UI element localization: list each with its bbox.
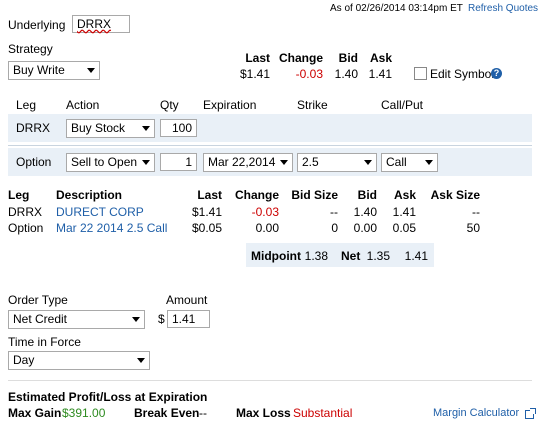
edit-symbol-label: Edit Symbol	[430, 67, 495, 81]
order-type-label: Order Type	[8, 293, 68, 307]
quote-change: -0.03	[295, 67, 323, 81]
order-type-select[interactable]: Net Credit	[8, 310, 145, 329]
col-header-change: Change	[234, 188, 279, 202]
description-link[interactable]: DURECT CORP	[56, 205, 144, 219]
amount-label: Amount	[166, 293, 208, 307]
max-gain-label: Max Gain	[8, 406, 62, 420]
quote-header-last: Last	[245, 51, 270, 65]
break-even-label: Break Even	[134, 406, 200, 420]
max-loss-value: Substantial	[293, 406, 353, 420]
expiration-value: Mar 22,2014	[208, 155, 276, 169]
stock-action-value: Buy Stock	[71, 121, 126, 135]
underlying-input[interactable]: DRRX	[72, 15, 130, 33]
legs-header-qty: Qty	[160, 98, 179, 112]
row-ask: 1.41	[392, 205, 416, 219]
option-leg-label: Option	[16, 155, 52, 169]
chevron-down-icon	[142, 160, 150, 165]
expiration-select[interactable]: Mar 22,2014	[203, 153, 293, 172]
chevron-down-icon	[132, 317, 140, 322]
quote-header-ask: Ask	[369, 51, 392, 65]
legs-header-strike: Strike	[297, 98, 328, 112]
strategy-label: Strategy	[8, 42, 53, 56]
quote-header-bid: Bid	[338, 51, 358, 65]
time-in-force-select[interactable]: Day	[8, 351, 150, 370]
description-link[interactable]: Mar 22 2014 2.5 Call	[56, 221, 167, 235]
underlying-label: Underlying	[8, 18, 66, 32]
strike-select[interactable]: 2.5	[297, 153, 377, 172]
chevron-down-icon	[280, 160, 288, 165]
chevron-down-icon	[425, 160, 433, 165]
row-bid-size: --	[330, 205, 338, 219]
call-put-select[interactable]: Call	[381, 153, 438, 172]
midpoint-label: Midpoint	[251, 249, 301, 263]
option-qty-input[interactable]: 1	[160, 153, 197, 171]
as-of-timestamp: As of 02/26/2014 03:14pm ET	[330, 3, 463, 14]
quote-header-change: Change	[278, 51, 323, 65]
col-header-description: Description	[56, 188, 123, 202]
row-ask: 0.05	[392, 221, 416, 235]
legs-header-expiration: Expiration	[203, 98, 257, 112]
col-header-bid: Bid	[357, 188, 377, 202]
row-ask-size: --	[472, 205, 480, 219]
row-change: -0.03	[251, 205, 279, 219]
row-bid: 0.00	[353, 221, 377, 235]
help-icon[interactable]: ?	[491, 68, 502, 79]
row-bid-size: 0	[331, 221, 338, 235]
stock-qty-input[interactable]: 100	[160, 119, 197, 137]
net-label: Net	[341, 249, 361, 263]
estimate-title: Estimated Profit/Loss at Expiration	[8, 390, 208, 404]
row-ask-size: 50	[466, 221, 480, 235]
refresh-quotes-link[interactable]: Refresh Quotes	[468, 3, 538, 14]
chevron-down-icon	[364, 160, 372, 165]
order-type-value: Net Credit	[13, 312, 68, 326]
break-even-value: --	[199, 406, 207, 420]
midpoint-value: 1.38	[304, 249, 328, 263]
net-bid-value: 1.35	[366, 249, 390, 263]
option-action-value: Sell to Open	[71, 155, 138, 169]
col-header-bid-size: Bid Size	[291, 188, 338, 202]
col-header-leg: Leg	[8, 188, 30, 202]
currency-symbol: $	[158, 312, 165, 326]
strategy-select[interactable]: Buy Write	[8, 61, 100, 80]
margin-calculator-link[interactable]: Margin Calculator	[433, 407, 519, 419]
stock-action-select[interactable]: Buy Stock	[66, 119, 155, 138]
call-put-value: Call	[386, 155, 407, 169]
legs-header-action: Action	[66, 98, 100, 112]
max-gain-value: $391.00	[62, 406, 106, 420]
max-loss-label: Max Loss	[236, 406, 291, 420]
quote-last: $1.41	[239, 67, 270, 81]
row-leg: DRRX	[8, 205, 43, 219]
chevron-down-icon	[87, 68, 95, 73]
quote-ask: 1.41	[368, 67, 392, 81]
quote-bid: 1.40	[334, 67, 358, 81]
time-in-force-value: Day	[13, 353, 35, 367]
col-header-ask: Ask	[393, 188, 416, 202]
stock-leg-symbol: DRRX	[16, 121, 51, 135]
strategy-value: Buy Write	[13, 63, 65, 77]
external-link-icon	[525, 408, 536, 419]
row-leg: Option	[8, 221, 44, 235]
option-action-select[interactable]: Sell to Open	[66, 153, 155, 172]
row-last: $0.05	[191, 221, 222, 235]
legs-header-leg: Leg	[16, 98, 37, 112]
row-change: 0.00	[255, 221, 279, 235]
legs-header-call-put: Call/Put	[381, 98, 424, 112]
divider	[8, 145, 532, 146]
chevron-down-icon	[137, 358, 145, 363]
divider	[8, 380, 532, 381]
time-in-force-label: Time in Force	[8, 335, 81, 349]
col-header-ask-size: Ask Size	[430, 188, 480, 202]
edit-symbol-checkbox[interactable]	[414, 67, 427, 80]
col-header-last: Last	[197, 188, 222, 202]
strike-value: 2.5	[302, 155, 319, 169]
row-last: $1.41	[191, 205, 222, 219]
amount-input[interactable]: 1.41	[167, 310, 210, 328]
net-ask-value: 1.41	[404, 249, 428, 263]
row-bid: 1.40	[353, 205, 377, 219]
chevron-down-icon	[142, 126, 150, 131]
